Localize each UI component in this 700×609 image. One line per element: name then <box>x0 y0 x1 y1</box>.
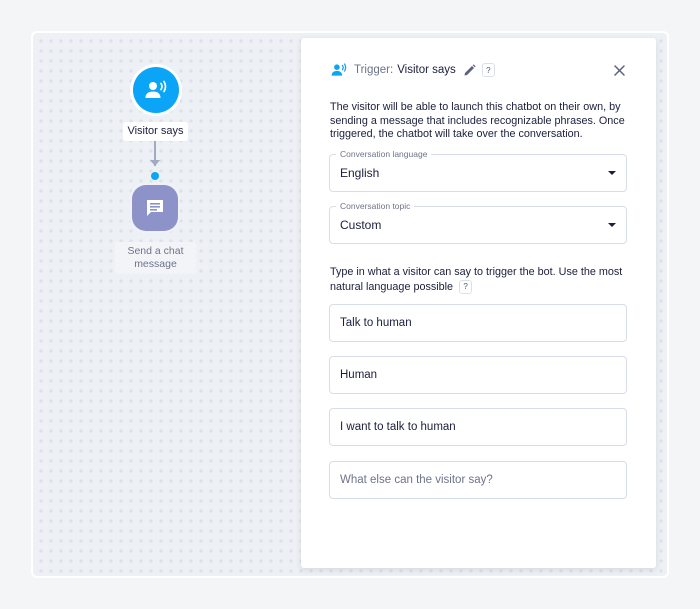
message-node[interactable] <box>130 183 180 233</box>
visitor-speaking-icon <box>144 80 168 100</box>
panel-description: The visitor will be able to launch this … <box>330 101 625 140</box>
trigger-settings-panel: Trigger: Visitor says ? The visitor will… <box>301 38 656 568</box>
phrase-input[interactable] <box>329 304 627 342</box>
conversation-topic-select[interactable]: Conversation topic Custom <box>329 201 627 244</box>
connector-handle[interactable] <box>151 172 159 180</box>
trigger-node[interactable] <box>130 64 182 116</box>
message-node-label: Send a chat message <box>115 242 196 274</box>
chevron-down-icon <box>608 223 616 227</box>
phrases-instructions: Type in what a visitor can say to trigge… <box>330 266 630 294</box>
phrase-input[interactable] <box>329 356 627 394</box>
trigger-node-label: Visitor says <box>123 122 188 141</box>
message-node-square <box>132 185 178 231</box>
conversation-language-label: Conversation language <box>336 149 432 160</box>
header-prefix: Trigger: <box>354 64 394 76</box>
chevron-down-icon <box>608 171 616 175</box>
help-button[interactable]: ? <box>481 63 495 77</box>
close-icon <box>613 64 625 76</box>
new-phrase-input[interactable] <box>329 461 627 499</box>
conversation-language-value: English <box>340 166 380 180</box>
chat-message-icon <box>145 198 165 218</box>
close-button[interactable] <box>612 63 626 77</box>
conversation-topic-label: Conversation topic <box>336 201 415 212</box>
pencil-icon[interactable] <box>463 63 476 77</box>
conversation-language-select[interactable]: Conversation language English <box>329 149 627 192</box>
phrases-help-button[interactable]: ? <box>459 279 473 294</box>
panel-header: Trigger: Visitor says ? <box>330 62 495 78</box>
connector-arrow-icon <box>150 160 160 166</box>
visitor-speaking-icon <box>330 63 348 77</box>
panel-title: Visitor says <box>397 64 456 76</box>
conversation-topic-value: Custom <box>340 218 382 232</box>
phrase-input[interactable] <box>329 408 627 446</box>
phrases-instructions-text: Type in what a visitor can say to trigge… <box>330 266 623 293</box>
trigger-node-circle <box>133 67 179 113</box>
